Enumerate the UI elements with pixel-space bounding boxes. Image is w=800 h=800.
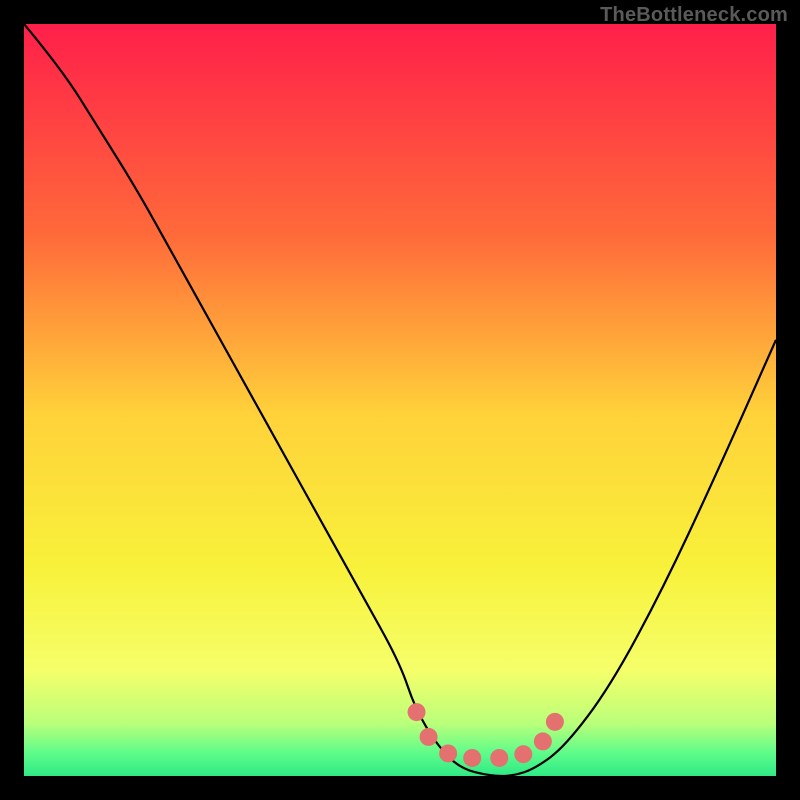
curve-marker <box>439 744 457 762</box>
chart-svg <box>24 24 776 776</box>
curve-marker <box>490 749 508 767</box>
curve-marker <box>514 745 532 763</box>
attribution-label: TheBottleneck.com <box>600 4 788 27</box>
curve-marker <box>546 713 564 731</box>
gradient-background <box>24 24 776 776</box>
curve-marker <box>463 749 481 767</box>
curve-marker <box>408 703 426 721</box>
chart-stage: TheBottleneck.com <box>0 0 800 800</box>
curve-marker <box>420 728 438 746</box>
curve-marker <box>534 732 552 750</box>
bottleneck-chart <box>24 24 776 776</box>
